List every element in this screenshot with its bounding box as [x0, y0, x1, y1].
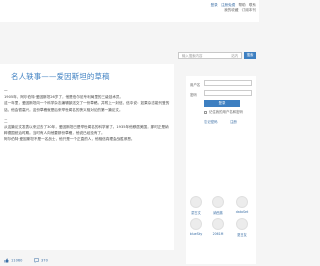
forgot-password-link[interactable]: 忘记密码	[204, 119, 218, 124]
username-field[interactable]	[204, 80, 252, 86]
remember-checkbox[interactable]	[204, 111, 207, 114]
comments-stat[interactable]: 370	[34, 258, 48, 263]
avatar	[190, 196, 202, 208]
article-panel: 名人轶事——爱因斯坦的草稿 一 1905年，阿尔伯特·爱因斯坦26岁了，他是伯尔…	[0, 64, 174, 250]
member-name[interactable]: dataSet	[234, 210, 250, 214]
member-avatar[interactable]: 蒙古文	[188, 196, 204, 215]
thumb-up-icon	[4, 258, 9, 263]
member-name[interactable]: 夏日友	[234, 232, 250, 237]
member-avatar[interactable]: 2061M	[210, 218, 226, 236]
contact-link[interactable]: 联系	[249, 3, 256, 7]
search-input[interactable]: 输入搜索内容 站内	[178, 52, 242, 59]
search-scope[interactable]: 站内	[231, 53, 238, 59]
top-links: 登录 注册免费 帮助 联系 我的收藏 订阅本刊	[209, 3, 256, 13]
help-link[interactable]: 帮助	[238, 3, 245, 7]
member-name[interactable]: 蒙古文	[188, 210, 204, 215]
username-label: 用户名	[190, 83, 201, 87]
member-name[interactable]: blueSky	[188, 232, 204, 236]
password-field[interactable]	[204, 90, 252, 96]
comment-icon	[34, 258, 39, 263]
article-stats: 11060 370	[0, 256, 259, 266]
top-bar: 登录 注册免费 帮助 联系 我的收藏 订阅本刊	[0, 0, 259, 22]
login-button[interactable]: 登录	[204, 100, 240, 107]
avatar	[236, 218, 248, 230]
member-avatar[interactable]: 纳西族	[210, 196, 226, 215]
views-stat[interactable]: 11060	[4, 258, 22, 263]
article-body: 一 1905年，阿尔伯特·爱因斯坦26岁了，他是伯尔尼专利局里的三级技术员。 这…	[4, 88, 172, 143]
login-form: 用户名 密码 登录 记住我的用户名和密码 忘记密码 注册	[190, 80, 252, 125]
article-paragraph: 从这篇论文发表以来过去了30年，爱因斯坦已是举世闻名的科学家了。1935年他移居…	[4, 125, 169, 136]
member-avatar[interactable]: blueSky	[188, 218, 204, 236]
avatar	[212, 218, 224, 230]
search-bar: 输入搜索内容 站内 搜索	[178, 52, 256, 60]
avatar	[212, 196, 224, 208]
article-paragraph: 这一年里，爱因斯坦向一个科学杂志编辑部送交了一份草稿，并附上一封信，信中说：如果…	[4, 101, 170, 112]
views-count: 11060	[11, 258, 23, 263]
register-link[interactable]: 注册免费	[221, 3, 235, 7]
sidebar: 用户名 密码 登录 记住我的用户名和密码 忘记密码 注册 蒙古文 纳西族 dat…	[186, 76, 256, 264]
member-avatar[interactable]: 夏日友	[234, 218, 250, 237]
article-title: 名人轶事——爱因斯坦的草稿	[11, 72, 110, 81]
remember-label: 记住我的用户名和密码	[209, 110, 243, 114]
member-name[interactable]: 纳西族	[210, 210, 226, 215]
register-now-link[interactable]: 注册	[230, 119, 237, 124]
subscribe-link[interactable]: 订阅本刊	[242, 8, 256, 12]
member-name[interactable]: 2061M	[210, 232, 226, 236]
comments-count: 370	[41, 258, 48, 263]
password-label: 密码	[190, 93, 197, 97]
avatar	[236, 196, 248, 208]
search-button[interactable]: 搜索	[244, 52, 256, 59]
favorites-link[interactable]: 我的收藏	[224, 8, 238, 12]
article-paragraph: 阿尔伯特·爱因斯坦不是一名战士，他只是一个正直的人，他相信真理会战胜邪恶。	[4, 137, 135, 142]
login-link[interactable]: 登录	[211, 3, 218, 7]
search-placeholder: 输入搜索内容	[182, 54, 203, 58]
member-avatar[interactable]: dataSet	[234, 196, 250, 214]
avatar	[190, 218, 202, 230]
